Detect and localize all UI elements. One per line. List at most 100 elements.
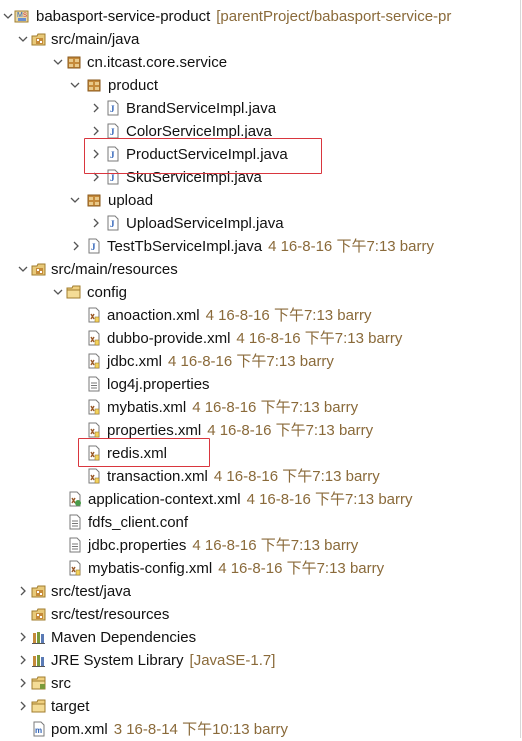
- project-icon: MS: [14, 8, 30, 25]
- chevron-right-icon[interactable]: [17, 672, 29, 695]
- xml-file-icon: [86, 399, 102, 416]
- tree-item-target[interactable]: target: [0, 695, 520, 718]
- tree-item-package-product[interactable]: product: [0, 74, 520, 97]
- properties-file-icon: [86, 376, 102, 393]
- xml-file-icon: [86, 353, 102, 370]
- xml-file-icon: [67, 491, 83, 508]
- tree-item-label: fdfs_client.conf: [88, 514, 189, 531]
- tree-item-upload-service[interactable]: J UploadServiceImpl.java: [0, 212, 520, 235]
- tree-item-project[interactable]: MS babasport-service-product [parentProje…: [0, 5, 520, 28]
- tree-item-decoration: 4 16-8-16 下午7:13 barry: [246, 491, 413, 508]
- chevron-right-icon[interactable]: [17, 649, 29, 672]
- source-folder-icon: [31, 606, 47, 623]
- tree-item-src-test-resources[interactable]: src/test/resources: [0, 603, 520, 626]
- java-file-icon: J: [105, 215, 121, 232]
- chevron-down-icon[interactable]: [17, 28, 29, 51]
- chevron-down-icon[interactable]: [17, 258, 29, 281]
- chevron-right-icon[interactable]: [17, 695, 29, 718]
- java-file-icon: J: [105, 100, 121, 117]
- tree-item-maven-dependencies[interactable]: Maven Dependencies: [0, 626, 520, 649]
- tree-item-label: transaction.xml: [107, 468, 208, 485]
- tree-item-jre-library[interactable]: JRE System Library [JavaSE-1.7]: [0, 649, 520, 672]
- tree-item-decoration: 4 16-8-16 下午7:13 barry: [192, 537, 359, 554]
- chevron-down-icon[interactable]: [52, 51, 64, 74]
- tree-item-folder-config[interactable]: config: [0, 281, 520, 304]
- tree-item-decoration: [parentProject/babasport-service-pr: [216, 8, 452, 25]
- tree-item-label: src/test/java: [51, 583, 132, 600]
- tree-item-log4j-properties[interactable]: log4j.properties: [0, 373, 520, 396]
- tree-item-fdfs-client-conf[interactable]: fdfs_client.conf: [0, 511, 520, 534]
- tree-item-jdbc-xml[interactable]: jdbc.xml 4 16-8-16 下午7:13 barry: [0, 350, 520, 373]
- chevron-right-icon[interactable]: [17, 580, 29, 603]
- package-icon: [86, 192, 102, 209]
- tree-item-decoration: 4 16-8-16 下午7:13 barry: [205, 307, 372, 324]
- source-folder-icon: [31, 261, 47, 278]
- xml-file-icon: [86, 422, 102, 439]
- tree-item-label: TestTbServiceImpl.java: [107, 238, 263, 255]
- chevron-right-icon[interactable]: [17, 626, 29, 649]
- chevron-down-icon[interactable]: [52, 281, 64, 304]
- svg-text:J: J: [110, 104, 115, 114]
- tree-item-label: application-context.xml: [88, 491, 241, 508]
- source-folder-icon: [31, 583, 47, 600]
- chevron-right-icon[interactable]: [90, 212, 102, 235]
- tree-item-label: JRE System Library: [51, 652, 184, 669]
- tree-item-label: src/main/java: [51, 31, 140, 48]
- svg-text:m: m: [35, 726, 42, 735]
- tree-item-anoaction-xml[interactable]: anoaction.xml 4 16-8-16 下午7:13 barry: [0, 304, 520, 327]
- tree-item-src-main-java[interactable]: src/main/java: [0, 28, 520, 51]
- tree-item-decoration: 4 16-8-16 下午7:13 barry: [207, 422, 374, 439]
- tree-item-label: upload: [108, 192, 154, 209]
- tree-item-label: product: [108, 77, 159, 94]
- tree-item-label: anoaction.xml: [107, 307, 200, 324]
- tree-item-src-main-resources[interactable]: src/main/resources: [0, 258, 520, 281]
- tree-item-mybatis-xml[interactable]: mybatis.xml 4 16-8-16 下午7:13 barry: [0, 396, 520, 419]
- folder-icon: [31, 675, 47, 692]
- folder-icon: [31, 698, 47, 715]
- tree-item-label: target: [51, 698, 90, 715]
- chevron-down-icon[interactable]: [69, 74, 81, 97]
- jre-library-icon: [31, 652, 47, 669]
- package-icon: [66, 54, 82, 71]
- tree-item-decoration: 4 16-8-16 下午7:13 barry: [218, 560, 385, 577]
- tree-item-mybatis-config-xml[interactable]: mybatis-config.xml 4 16-8-16 下午7:13 barry: [0, 557, 520, 580]
- tree-item-jdbc-properties[interactable]: jdbc.properties 4 16-8-16 下午7:13 barry: [0, 534, 520, 557]
- tree-item-label: mybatis-config.xml: [88, 560, 213, 577]
- library-icon: [31, 629, 47, 646]
- tree-item-package-service[interactable]: cn.itcast.core.service: [0, 51, 520, 74]
- tree-item-label: src/test/resources: [51, 606, 170, 623]
- java-file-icon: J: [86, 238, 102, 255]
- tree-item-src-test-java[interactable]: src/test/java: [0, 580, 520, 603]
- tree-item-label: UploadServiceImpl.java: [126, 215, 284, 232]
- tree-item-dubbo-provide-xml[interactable]: dubbo-provide.xml 4 16-8-16 下午7:13 barry: [0, 327, 520, 350]
- tree-item-src[interactable]: src: [0, 672, 520, 695]
- package-icon: [86, 77, 102, 94]
- source-folder-icon: [31, 31, 47, 48]
- tree-item-decoration: [JavaSE-1.7]: [189, 652, 276, 669]
- tree-item-decoration: 4 16-8-16 下午7:13 barry: [192, 399, 359, 416]
- tree-item-transaction-xml[interactable]: transaction.xml 4 16-8-16 下午7:13 barry: [0, 465, 520, 488]
- chevron-down-icon[interactable]: [2, 5, 14, 28]
- tree-item-decoration: 4 16-8-16 下午7:13 barry: [236, 330, 403, 347]
- chevron-right-icon[interactable]: [90, 97, 102, 120]
- package-explorer: MS babasport-service-product [parentProje…: [0, 0, 521, 738]
- tree-item-label: dubbo-provide.xml: [107, 330, 231, 347]
- tree-item-label: mybatis.xml: [107, 399, 187, 416]
- tree-item-label: jdbc.properties: [88, 537, 187, 554]
- xml-file-icon: [86, 330, 102, 347]
- tree-item-package-upload[interactable]: upload: [0, 189, 520, 212]
- chevron-right-icon[interactable]: [70, 235, 82, 258]
- highlight-box-product-service: [84, 138, 322, 174]
- svg-text:J: J: [110, 219, 115, 229]
- tree-item-brand-service[interactable]: J BrandServiceImpl.java: [0, 97, 520, 120]
- tree-item-application-context-xml[interactable]: application-context.xml 4 16-8-16 下午7:13 …: [0, 488, 520, 511]
- tree-item-decoration: 4 16-8-16 下午7:13 barry: [213, 468, 380, 485]
- chevron-down-icon[interactable]: [69, 189, 81, 212]
- tree-item-label: Maven Dependencies: [51, 629, 197, 646]
- tree-item-label: BrandServiceImpl.java: [126, 100, 277, 117]
- highlight-box-redis-xml: [78, 438, 210, 467]
- tree-item-decoration: 4 16-8-16 下午7:13 barry: [168, 353, 334, 370]
- svg-text:J: J: [110, 173, 115, 183]
- tree-item-testtb-service[interactable]: J TestTbServiceImpl.java 4 16-8-16 下午7:13…: [0, 235, 520, 258]
- svg-text:J: J: [91, 242, 96, 252]
